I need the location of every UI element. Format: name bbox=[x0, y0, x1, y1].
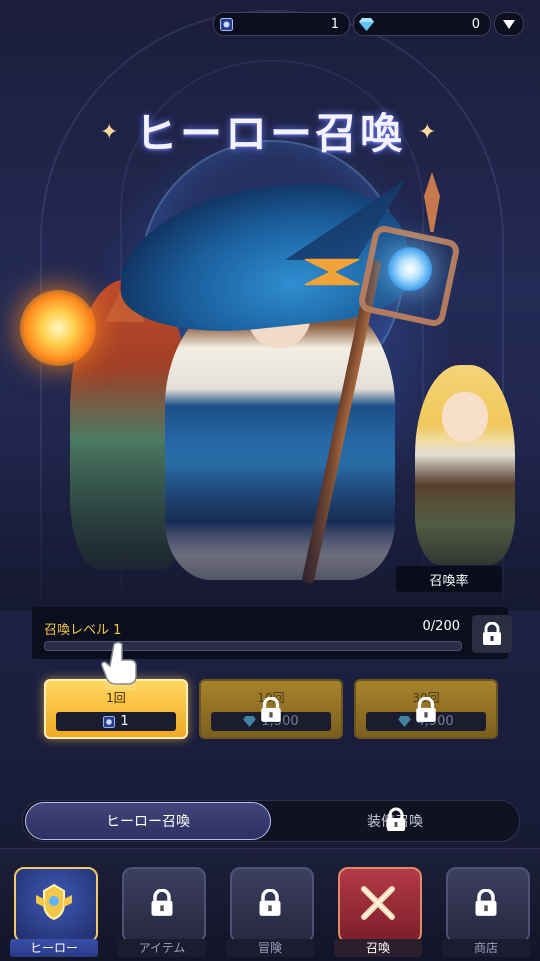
level-reward-lock-button[interactable] bbox=[472, 615, 512, 653]
tab-equipment-summon[interactable]: 装備召喚 bbox=[273, 801, 517, 841]
lock-icon bbox=[151, 889, 173, 916]
summon-crossed-swords-icon bbox=[354, 879, 402, 927]
gem-count: 0 bbox=[471, 16, 480, 32]
nav-adventure-label: 冒険 bbox=[226, 939, 314, 957]
nav-shop-label: 商店 bbox=[442, 939, 530, 957]
ticket-counter[interactable]: 1 bbox=[213, 12, 350, 36]
nav-summon[interactable]: 召喚 bbox=[334, 867, 422, 957]
tab-hero-summon[interactable]: ヒーロー召喚 bbox=[25, 802, 271, 840]
summon-level-label: 召喚レベル 1 bbox=[44, 623, 122, 638]
hero-helmet-icon bbox=[30, 879, 78, 927]
gem-counter[interactable]: 0 bbox=[353, 12, 491, 36]
summon-rate-button[interactable]: 召喚率 bbox=[396, 566, 502, 592]
summon-1-cost: 1 bbox=[56, 712, 176, 731]
fireball bbox=[20, 290, 96, 366]
tutorial-pointer-hand-icon bbox=[101, 641, 137, 690]
nav-hero[interactable]: ヒーロー bbox=[10, 867, 98, 957]
gem-icon bbox=[358, 16, 374, 32]
summon-level-progress-text: 0/200 bbox=[422, 619, 460, 634]
summon-30-button[interactable]: 30回 4,500 bbox=[354, 679, 498, 739]
blonde-girl-face bbox=[442, 392, 488, 442]
gem-icon bbox=[398, 716, 412, 727]
nav-shop[interactable]: 商店 bbox=[442, 867, 530, 957]
page-title: ヒーロー召喚 bbox=[134, 109, 405, 158]
lock-icon bbox=[416, 697, 436, 722]
lock-icon bbox=[259, 889, 281, 916]
lock-icon bbox=[261, 697, 281, 722]
nav-item-label: アイテム bbox=[118, 939, 206, 957]
nav-item[interactable]: アイテム bbox=[118, 867, 206, 957]
dropdown-menu-button[interactable] bbox=[494, 12, 524, 36]
item-icon bbox=[138, 879, 186, 927]
nav-hero-label: ヒーロー bbox=[10, 939, 98, 957]
ticket-count: 1 bbox=[330, 16, 339, 32]
gem-icon bbox=[243, 716, 257, 727]
summon-10-button[interactable]: 10回 1,500 bbox=[199, 679, 343, 739]
nav-adventure[interactable]: 冒険 bbox=[226, 867, 314, 957]
dropdown-triangle-icon bbox=[503, 19, 515, 29]
summon-type-tabs: ヒーロー召喚 装備召喚 bbox=[22, 800, 520, 842]
summon-1-label: 1回 bbox=[106, 691, 126, 705]
staff-orb bbox=[388, 247, 432, 291]
lock-icon bbox=[483, 622, 501, 645]
summon-1-cost-value: 1 bbox=[120, 714, 129, 729]
nav-summon-label: 召喚 bbox=[334, 939, 422, 957]
bottom-navigation: ヒーロー アイテム 冒険 召喚 商店 bbox=[0, 848, 540, 961]
summon-ticket-icon bbox=[218, 16, 234, 32]
lock-icon bbox=[475, 889, 497, 916]
lock-icon bbox=[387, 807, 405, 831]
summon-ticket-icon bbox=[103, 715, 116, 728]
shop-icon bbox=[462, 879, 510, 927]
adventure-icon bbox=[246, 879, 294, 927]
